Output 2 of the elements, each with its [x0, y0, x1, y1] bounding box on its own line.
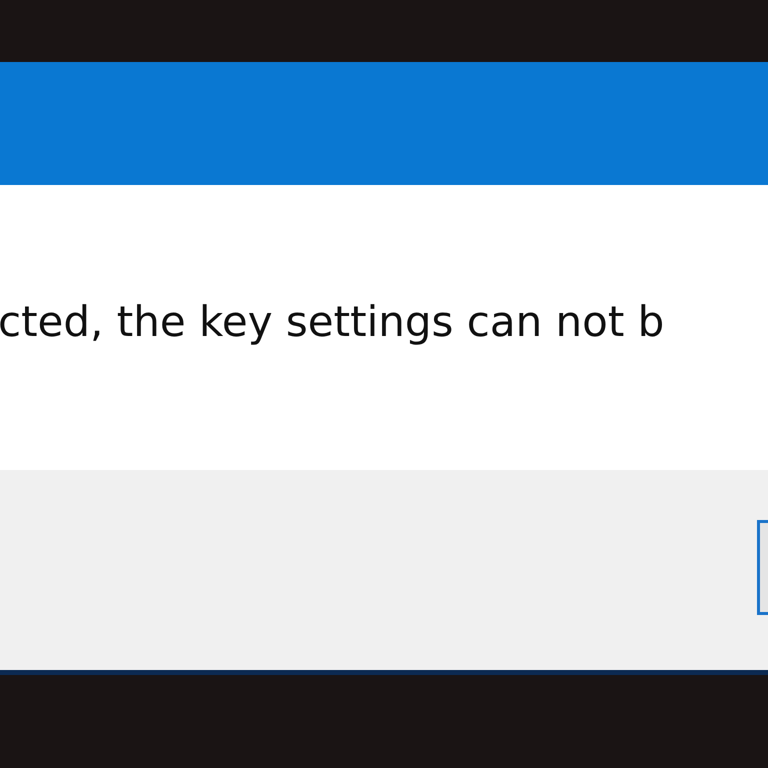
dialog-button[interactable]: [757, 520, 768, 615]
message-text: cted, the key settings can not b: [0, 297, 664, 348]
